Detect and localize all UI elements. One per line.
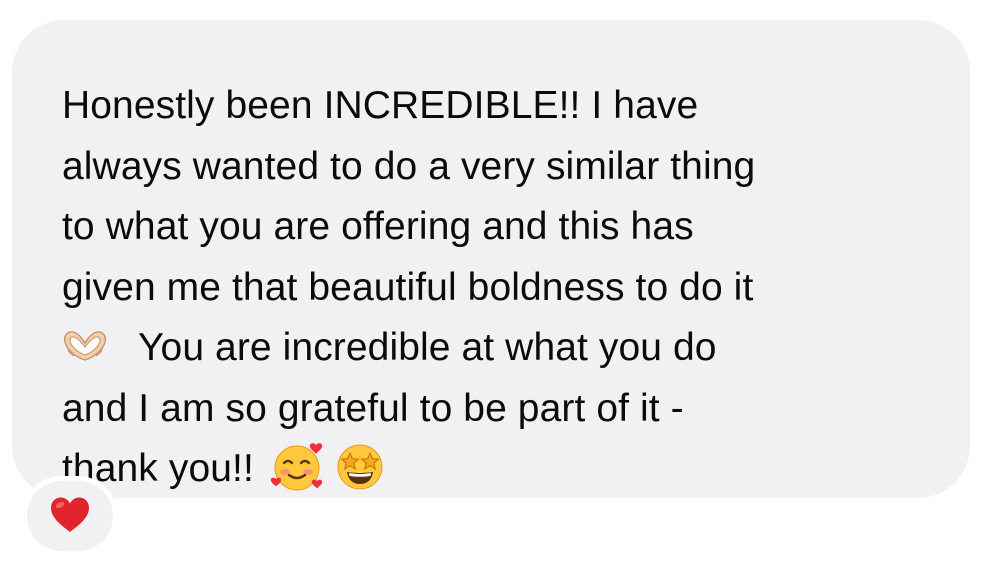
message-line: Honestly been INCREDIBLE!! I have — [62, 84, 699, 127]
message-line-with-emoji: You are incredible at what you do — [62, 318, 962, 379]
red-heart-icon — [49, 496, 91, 539]
heart-hands-icon — [62, 329, 108, 363]
message-line: and I am so grateful to be part of it - — [62, 386, 684, 430]
message-line-text: You are incredible at what you do — [138, 326, 717, 369]
message-line: always wanted to do a very similar thing — [62, 144, 756, 188]
star-struck-icon — [334, 441, 386, 493]
message-bubble[interactable]: Honestly been INCREDIBLE!! I have always… — [12, 20, 970, 498]
message-line: to what you are offering and this has — [62, 205, 694, 248]
message-line: given me that beautiful boldness to do i… — [62, 265, 754, 309]
message-text: Honestly been INCREDIBLE!! I have always… — [62, 76, 962, 500]
smiling-face-with-hearts-icon — [270, 441, 328, 493]
message-line-with-emoji: thank you!! — [62, 439, 962, 500]
reaction-bubble[interactable] — [27, 481, 113, 551]
